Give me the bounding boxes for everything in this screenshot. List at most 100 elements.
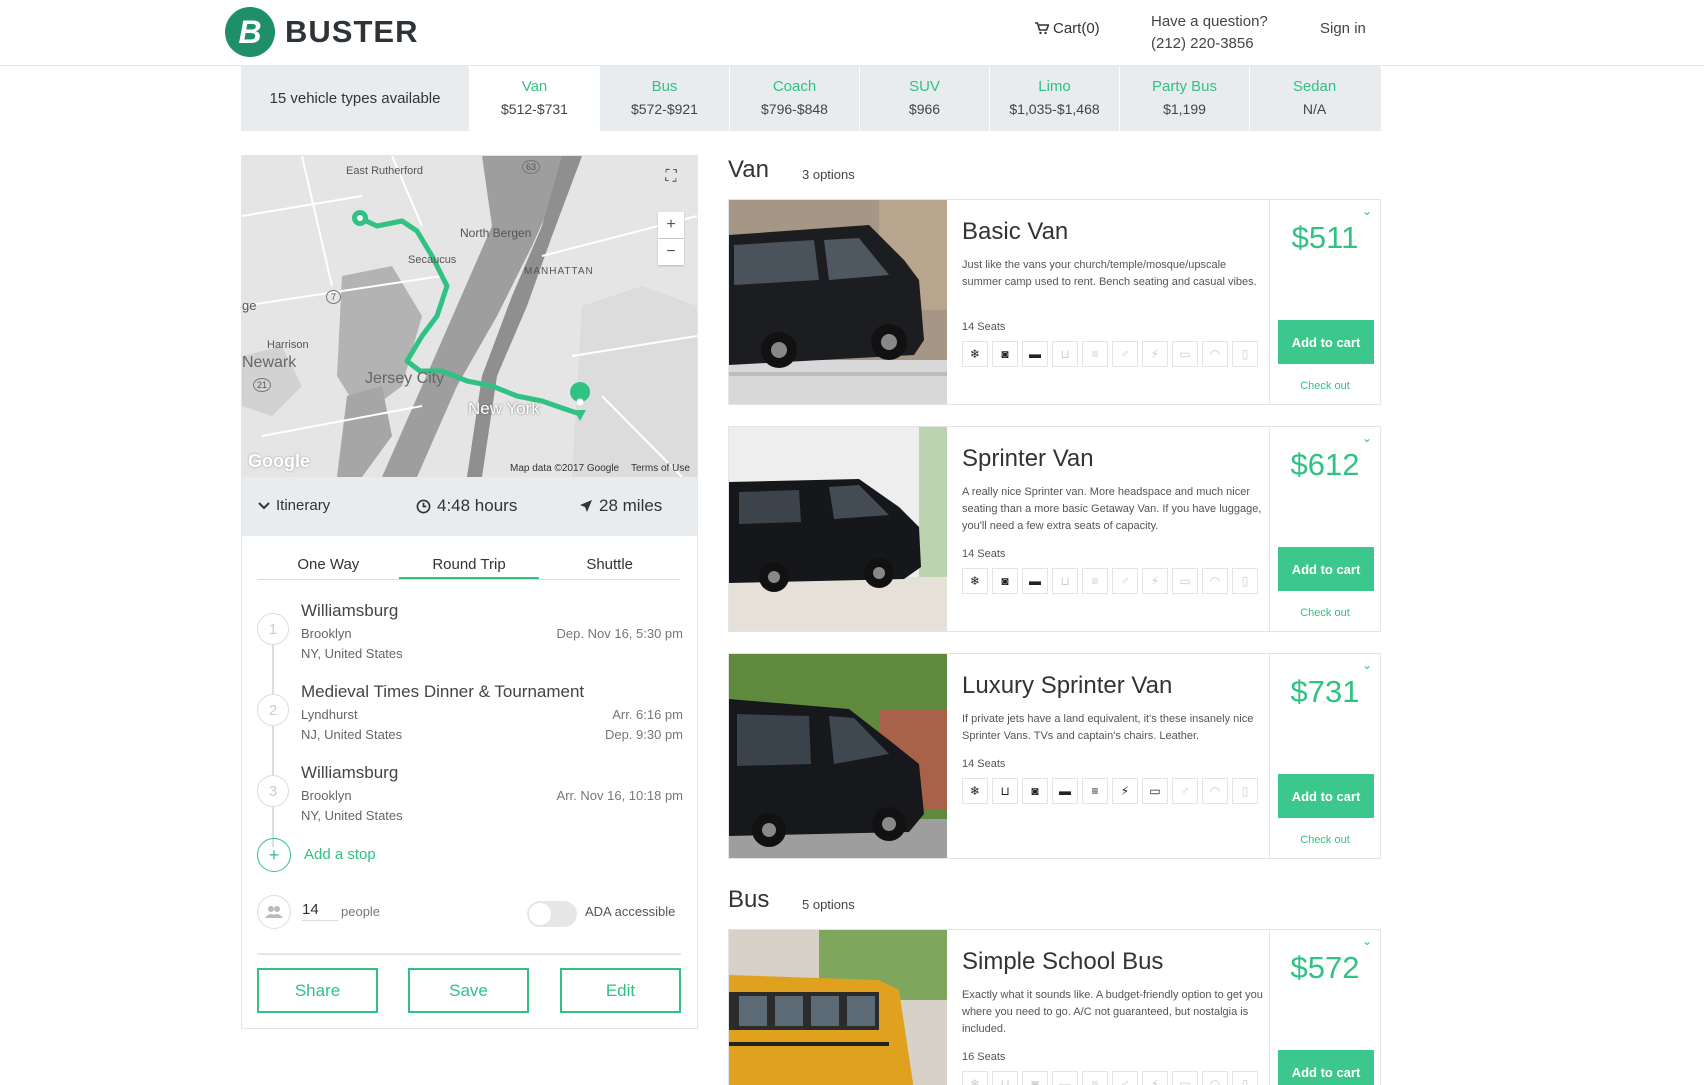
tab-suv[interactable]: SUV $966 [859, 66, 989, 131]
section-count: 3 options [802, 167, 855, 182]
vehicle-description: A really nice Sprinter van. More headspa… [962, 486, 1262, 532]
tab-limo[interactable]: Limo $1,035-$1,468 [989, 66, 1119, 131]
outlet-icon: ⚡ [1142, 341, 1168, 367]
passenger-count-input[interactable]: 14 [302, 901, 338, 921]
tab-round-trip[interactable]: Round Trip [398, 550, 540, 579]
share-button[interactable]: Share [257, 968, 378, 1013]
tab-party-bus[interactable]: Party Bus $1,199 [1119, 66, 1249, 131]
vehicle-seats: 14 Seats [962, 321, 1006, 333]
phone-number[interactable]: (212) 220-3856 [1151, 33, 1268, 55]
distance-value: 28 miles [599, 496, 663, 515]
add-to-cart-button[interactable]: Add to cart [1278, 547, 1374, 591]
vehicle-title[interactable]: Sprinter Van [962, 445, 1094, 473]
vehicle-title[interactable]: Basic Van [962, 218, 1068, 246]
cup-icon: ⊔ [992, 778, 1018, 804]
checkout-link[interactable]: Check out [1269, 380, 1380, 392]
vehicle-description: Just like the vans your church/temple/mo… [962, 259, 1257, 288]
vehicle-price: $612 [1290, 447, 1360, 482]
save-button[interactable]: Save [408, 968, 529, 1013]
logo-text: BUSTER [285, 14, 419, 49]
checkout-link[interactable]: Check out [1269, 607, 1380, 619]
tab-price: $512-$731 [501, 101, 568, 117]
trip-panel: East Rutherford North Bergen Secaucus MA… [241, 155, 698, 1029]
restroom-icon: ♂ [1112, 568, 1138, 594]
cart-link[interactable]: Cart(0) [1035, 20, 1100, 37]
seat-icon: ≡ [1082, 568, 1108, 594]
stop-number: 1 [257, 613, 289, 645]
stop-name: Medieval Times Dinner & Tournament [301, 682, 585, 701]
tab-one-way[interactable]: One Way [258, 550, 399, 579]
seat-icon: ≡ [1082, 778, 1108, 804]
tab-coach[interactable]: Coach $796-$848 [729, 66, 859, 131]
seat-icon: ≡ [1082, 341, 1108, 367]
chevron-down-icon[interactable]: ⌄ [1362, 431, 1372, 445]
tab-price: $966 [908, 101, 941, 117]
restroom-icon: ♂ [1172, 778, 1198, 804]
signin-link[interactable]: Sign in [1320, 20, 1366, 37]
vehicle-seats: 16 Seats [962, 1051, 1006, 1063]
tab-sedan[interactable]: Sedan N/A [1249, 66, 1379, 131]
chevron-down-icon [258, 501, 270, 509]
tab-price: $572-$921 [631, 101, 698, 117]
contact-info[interactable]: Have a question? (212) 220-3856 [1151, 11, 1268, 55]
map-label: ge [242, 298, 257, 313]
checkout-link[interactable]: Check out [1269, 834, 1380, 846]
tab-van[interactable]: Van $512-$731 [469, 66, 599, 131]
amenities-list: ❄ ⊔ ◙ ▬ ≡ ♂ ⚡ ▭ ◠ ▯ [962, 1071, 1258, 1085]
add-to-cart-button[interactable]: Add to cart [1278, 320, 1374, 364]
itinerary-toggle[interactable]: Itinerary [258, 497, 330, 514]
map-label: MANHATTAN [524, 266, 594, 277]
phone-icon: ▯ [1232, 1071, 1258, 1085]
add-stop-icon[interactable]: + [257, 838, 291, 872]
trip-distance: 28 miles [579, 496, 662, 516]
logo[interactable]: B BUSTER [225, 7, 418, 57]
stop-city: Brooklyn [301, 788, 352, 803]
stop-number: 2 [257, 694, 289, 726]
stop-city: Brooklyn [301, 626, 352, 641]
phone-icon: ▯ [1232, 778, 1258, 804]
vehicle-price: $572 [1290, 950, 1360, 985]
logo-icon: B [225, 7, 275, 57]
vehicle-title[interactable]: Simple School Bus [962, 948, 1163, 976]
vehicle-description: If private jets have a land equivalent, … [962, 713, 1254, 742]
add-to-cart-button[interactable]: Add to cart [1278, 1050, 1374, 1085]
tv-icon: ▭ [1172, 568, 1198, 594]
tab-name: SUV [909, 78, 940, 95]
zoom-in-button[interactable]: + [658, 212, 684, 238]
ada-toggle[interactable] [527, 901, 577, 927]
itinerary-bar: Itinerary 4:48 hours 28 miles [242, 477, 697, 536]
fullscreen-icon[interactable]: ⛶ [660, 166, 682, 188]
vehicle-photo [729, 930, 947, 1085]
amenities-list: ❄ ◙ ▬ ⊔ ≡ ♂ ⚡ ▭ ◠ ▯ [962, 341, 1258, 367]
zoom-out-button[interactable]: − [658, 239, 684, 265]
vehicle-description: Exactly what it sounds like. A budget-fr… [962, 989, 1263, 1035]
tab-shuttle[interactable]: Shuttle [539, 550, 680, 579]
vehicle-card: Simple School Bus Exactly what it sounds… [728, 929, 1381, 1085]
vehicle-card: Sprinter Van A really nice Sprinter van.… [728, 426, 1381, 632]
map-label: New York [468, 399, 540, 418]
chevron-down-icon[interactable]: ⌄ [1362, 204, 1372, 218]
stop-region: NY, United States [301, 646, 403, 661]
map-label: Harrison [267, 339, 309, 351]
stops-connector [272, 626, 274, 847]
route-map[interactable]: East Rutherford North Bergen Secaucus MA… [242, 156, 697, 477]
map-label: Newark [242, 354, 297, 371]
vehicle-photo [729, 427, 947, 631]
map-label: North Bergen [460, 226, 532, 240]
section-title-van: Van [728, 156, 769, 183]
phone-icon: ▯ [1232, 341, 1258, 367]
amenities-list: ❄ ◙ ▬ ⊔ ≡ ♂ ⚡ ▭ ◠ ▯ [962, 568, 1258, 594]
terms-link[interactable]: Terms of Use [631, 463, 690, 474]
chevron-down-icon[interactable]: ⌄ [1362, 658, 1372, 672]
stop-time: Dep. Nov 16, 5:30 pm [556, 626, 683, 641]
stop-city: Lyndhurst [301, 707, 358, 722]
stop-name: Williamsburg [301, 763, 399, 782]
vehicle-seats: 14 Seats [962, 548, 1006, 560]
chevron-down-icon[interactable]: ⌄ [1362, 934, 1372, 948]
tab-price: $1,199 [1163, 101, 1206, 117]
edit-button[interactable]: Edit [560, 968, 681, 1013]
add-stop-link[interactable]: Add a stop [304, 846, 376, 863]
vehicle-title[interactable]: Luxury Sprinter Van [962, 672, 1172, 700]
tab-bus[interactable]: Bus $572-$921 [599, 66, 729, 131]
add-to-cart-button[interactable]: Add to cart [1278, 774, 1374, 818]
